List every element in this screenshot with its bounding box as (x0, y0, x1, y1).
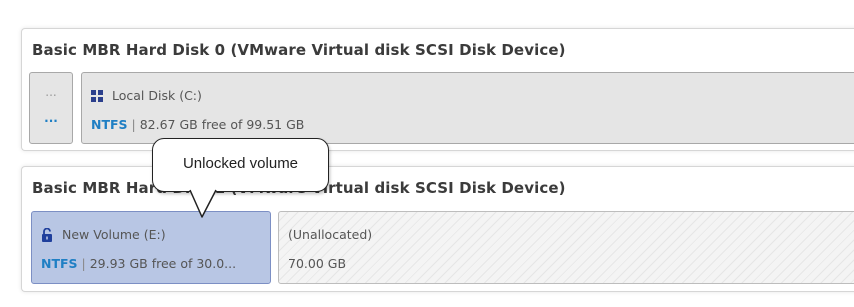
small-partition-dots: ... (45, 85, 57, 99)
callout-text: Unlocked volume (182, 155, 299, 172)
free-space-text: 82.67 GB free of 99.51 GB (139, 117, 305, 132)
partition-new-volume-e[interactable]: New Volume (E:) NTFS | 29.93 GB free of … (31, 211, 271, 284)
disk-0-title: Basic MBR Hard Disk 0 (VMware Virtual di… (32, 41, 566, 59)
unlocked-lock-icon (41, 227, 53, 242)
partition-name: (Unallocated) (288, 227, 373, 242)
disk-0-panel: Basic MBR Hard Disk 0 (VMware Virtual di… (21, 28, 854, 151)
unallocated-size: 70.00 GB (288, 256, 347, 271)
disk-1-panel: Basic MBR Hard Disk 1 (VMware Virtual di… (21, 166, 854, 292)
free-space-text: 29.93 GB free of 30.0... (89, 256, 237, 271)
separator: | (81, 256, 86, 271)
callout-pointer (189, 188, 217, 218)
partition-name: Local Disk (C:) (112, 88, 202, 103)
filesystem-label: NTFS (41, 256, 78, 271)
separator: | (131, 117, 136, 132)
filesystem-label: NTFS (91, 117, 128, 132)
partition-local-disk-c[interactable]: Local Disk (C:) NTFS | 82.67 GB free of … (81, 72, 854, 144)
disk-0-small-partition[interactable]: ... ... (29, 72, 73, 144)
partition-unallocated[interactable]: (Unallocated) 70.00 GB (278, 211, 854, 284)
page-top-edge (0, 0, 854, 14)
partition-name: New Volume (E:) (62, 227, 166, 242)
windows-icon (91, 89, 103, 102)
small-partition-more: ... (44, 111, 58, 125)
unlocked-volume-callout: Unlocked volume (152, 138, 329, 192)
